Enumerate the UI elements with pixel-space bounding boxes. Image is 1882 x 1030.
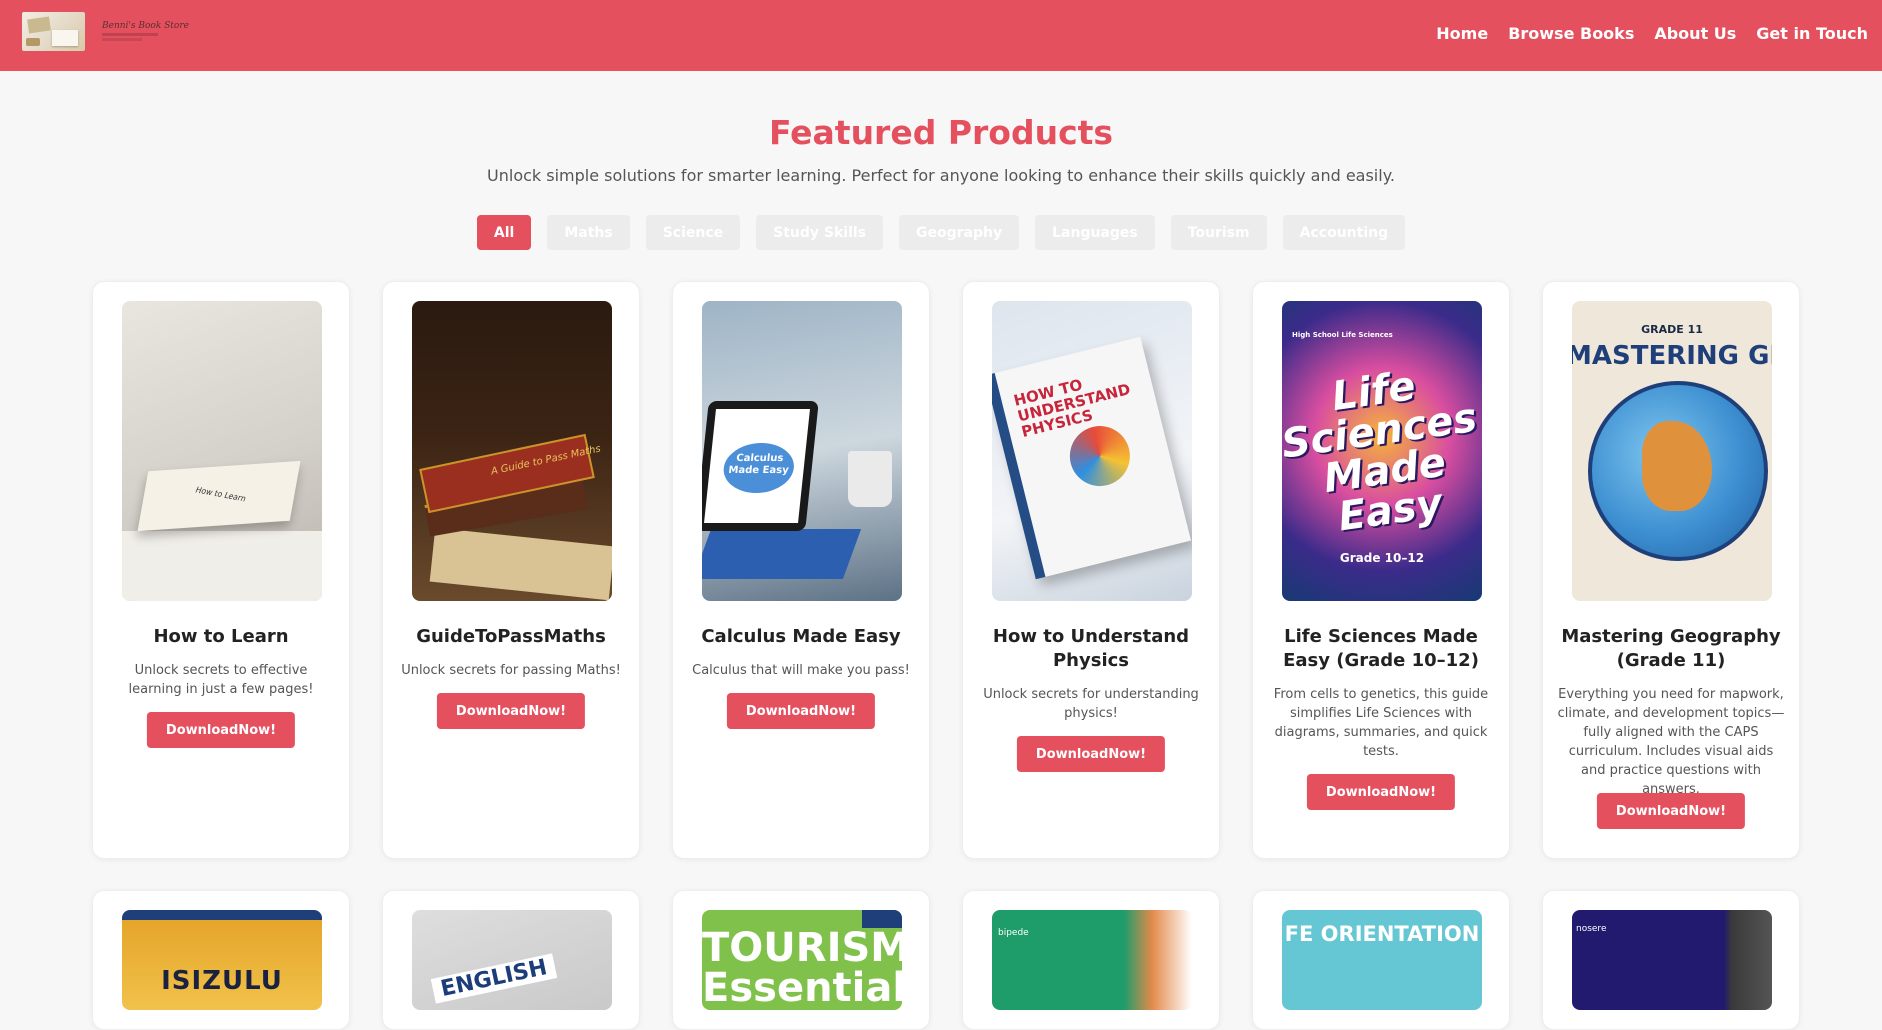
download-button[interactable]: DownloadNow! [436,693,586,729]
product-description: Unlock secrets to effective learning in … [128,663,314,697]
product-card: nosere [1542,890,1800,1030]
filter-all[interactable]: All [476,215,532,250]
product-title: How to Understand Physics [992,626,1190,671]
book-cover-image[interactable]: A Guide to Pass Maths [412,301,612,601]
download-button[interactable]: DownloadNow! [1016,736,1166,772]
product-card: How to Learn How to Learn Unlock secrets… [92,281,350,859]
cover-text: nosere [1576,924,1607,934]
product-description: From cells to genetics, this guide simpl… [1273,687,1489,759]
product-card: TOURISM Essentials [672,890,930,1030]
book-cover-image[interactable]: ISIZULU [122,910,322,1010]
cover-text: HOW TO UNDERSTAND PHYSICS [1011,375,1133,441]
nav-get-in-touch[interactable]: Get in Touch [1756,24,1868,43]
cover-label: High School Life Sciences [1292,331,1393,339]
book-cover-image[interactable]: nosere [1572,910,1772,1010]
cover-text: Calculus Made Easy [721,443,797,493]
cover-text: MASTERING GEOGRAPHY [1572,341,1772,371]
product-card: Calculus Made Easy Calculus Made Easy Ca… [672,281,930,859]
cover-text: bipede [998,928,1029,938]
cover-grade: GRADE 11 [1641,323,1703,336]
product-card: bipede [962,890,1220,1030]
logo-image[interactable] [22,12,85,51]
product-title: Life Sciences Made Easy (Grade 10–12) [1283,626,1479,671]
nav-home[interactable]: Home [1436,24,1488,43]
navbar: Benni's Book Store Home Browse Books Abo… [0,0,1882,71]
product-description: Calculus that will make you pass! [692,663,910,678]
book-cover-image[interactable]: GRADE 11 MASTERING GEOGRAPHY [1572,301,1772,601]
category-filters: All Maths Science Study Skills Geography… [0,215,1882,250]
section-subtitle: Unlock simple solutions for smarter lear… [487,166,1395,185]
product-title: How to Learn [153,626,289,647]
cover-text: How to Learn [193,485,248,504]
product-description: Everything you need for mapwork, climate… [1557,687,1785,797]
product-card: GRADE 11 MASTERING GEOGRAPHY Mastering G… [1542,281,1800,859]
filter-languages[interactable]: Languages [1035,215,1155,250]
product-card: ENGLISH [382,890,640,1030]
download-button[interactable]: DownloadNow! [1596,793,1746,829]
book-cover-image[interactable]: Calculus Made Easy [702,301,902,601]
cover-text: ISIZULU [161,966,283,996]
product-card: HOW TO UNDERSTAND PHYSICS How to Underst… [962,281,1220,859]
product-card: ISIZULU [92,890,350,1030]
download-button[interactable]: DownloadNow! [1306,774,1456,810]
book-cover-image[interactable]: HOW TO UNDERSTAND PHYSICS [992,301,1192,601]
cover-text: TOURISM Essentials [702,925,902,1010]
book-cover-image[interactable]: High School Life Sciences Life Sciences … [1282,301,1482,601]
product-card: A Guide to Pass Maths GuideToPassMaths U… [382,281,640,859]
main-nav: Home Browse Books About Us Get in Touch [1436,24,1868,43]
logo-text[interactable]: Benni's Book Store [102,21,189,45]
product-title: Calculus Made Easy [701,626,901,647]
filter-science[interactable]: Science [645,215,741,250]
nav-browse-books[interactable]: Browse Books [1508,24,1634,43]
filter-geography[interactable]: Geography [899,215,1020,250]
cover-text: FE ORIENTATION [1284,922,1480,946]
nav-about-us[interactable]: About Us [1654,24,1736,43]
cover-grade: Grade 10–12 [1339,551,1425,565]
filter-study-skills[interactable]: Study Skills [756,215,884,250]
product-card: FE ORIENTATION [1252,890,1510,1030]
filter-tourism[interactable]: Tourism [1170,215,1267,250]
download-button[interactable]: DownloadNow! [146,712,296,748]
cover-text: Life Sciences Made Easy [1282,362,1480,541]
product-description: Unlock secrets for passing Maths! [401,663,621,678]
book-cover-image[interactable]: FE ORIENTATION [1282,910,1482,1010]
filter-maths[interactable]: Maths [547,215,630,250]
product-title: Mastering Geography (Grade 11) [1561,626,1781,671]
book-cover-image[interactable]: How to Learn [122,301,322,601]
book-cover-image[interactable]: bipede [992,910,1192,1010]
filter-accounting[interactable]: Accounting [1282,215,1406,250]
product-card: High School Life Sciences Life Sciences … [1252,281,1510,859]
book-cover-image[interactable]: TOURISM Essentials [702,910,902,1010]
book-cover-image[interactable]: ENGLISH [412,910,612,1010]
logo-wordmark: Benni's Book Store [102,21,189,31]
cover-text: ENGLISH [430,953,558,1004]
download-button[interactable]: DownloadNow! [726,693,876,729]
product-title: GuideToPassMaths [416,626,606,647]
section-title: Featured Products [768,113,1114,152]
product-description: Unlock secrets for understanding physics… [983,687,1199,721]
